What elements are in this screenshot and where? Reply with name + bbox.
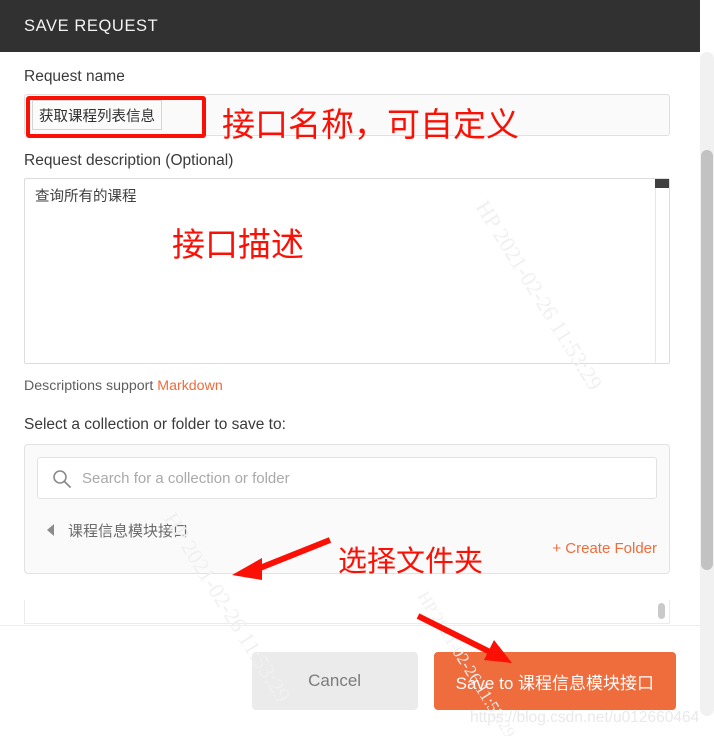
request-name-input-wrap: 获取课程列表信息 [24,94,676,136]
collection-list-overflow-text [35,602,669,618]
request-name-label: Request name [24,68,125,85]
modal-header: SAVE REQUEST [0,0,700,52]
collection-search-row[interactable]: Search for a collection or folder [37,457,657,499]
request-description-label: Request description (Optional) [24,152,234,169]
select-collection-label: Select a collection or folder to save to… [24,416,286,433]
textarea-scrollbar-thumb[interactable] [655,179,669,188]
watermark-url: https://blog.csdn.net/u012660464 [470,709,700,726]
page-title: SAVE REQUEST [24,16,159,35]
search-icon [52,469,72,489]
create-folder-button[interactable]: + Create Folder [552,540,657,557]
textarea-scrollbar-track[interactable] [655,179,669,363]
collection-list-scrollbar-thumb[interactable] [658,603,665,619]
markdown-link[interactable]: Markdown [157,378,222,394]
caret-left-icon[interactable] [47,524,54,536]
collection-picker: Search for a collection or folder 课程信息模块… [24,444,670,574]
save-request-modal: SAVE REQUEST Request name 获取课程列表信息 Reque… [0,0,714,736]
request-name-value[interactable]: 获取课程列表信息 [32,100,162,130]
modal-body: Request name 获取课程列表信息 Request descriptio… [0,52,700,625]
collection-list-overflow-row [24,600,670,624]
page-scrollbar-thumb[interactable] [701,150,713,570]
collection-search-placeholder: Search for a collection or folder [82,469,290,487]
markdown-note-text: Descriptions support [24,378,158,394]
